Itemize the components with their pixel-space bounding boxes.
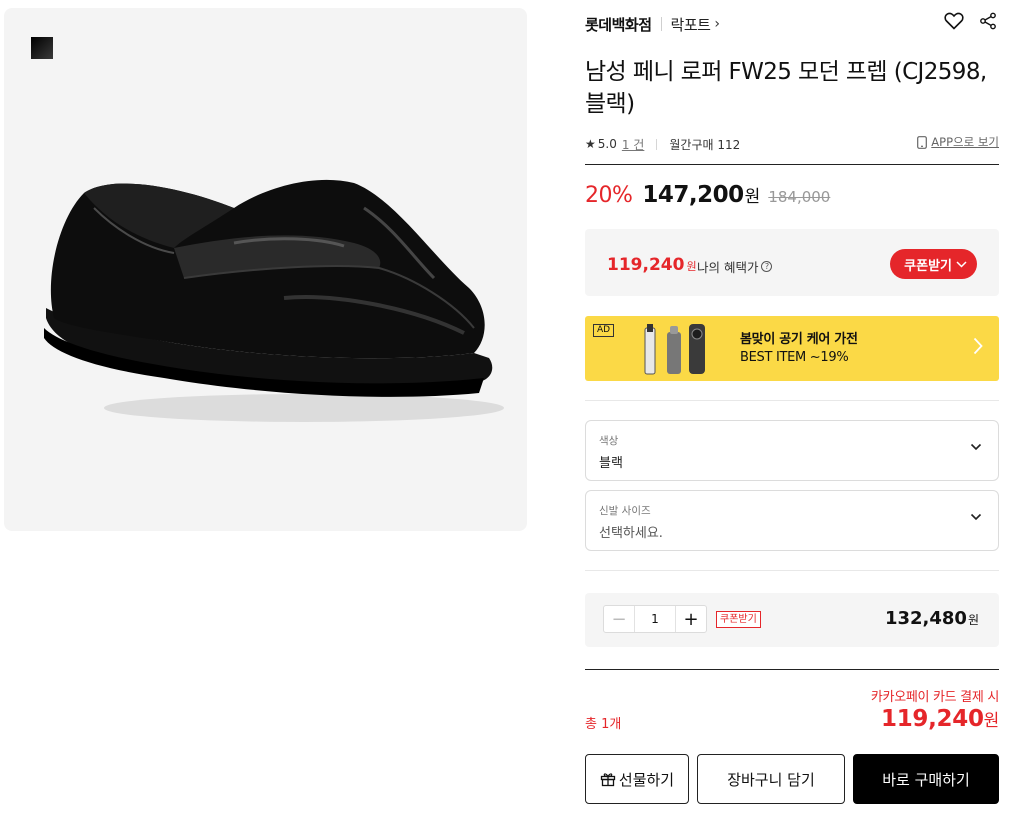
size-select-placeholder: 선택하세요. xyxy=(599,526,663,541)
chevron-right-icon xyxy=(973,336,983,360)
gift-button-label: 선물하기 xyxy=(618,770,675,789)
divider-dark xyxy=(585,669,999,670)
size-select-label: 신발 사이즈 xyxy=(599,505,651,517)
price-unit: 원 xyxy=(744,187,761,207)
review-count-link[interactable]: 1 건 xyxy=(622,136,645,153)
phone-icon xyxy=(917,135,928,149)
brand-row: 롯데백화점 락포트 › xyxy=(585,10,999,38)
option-price-value: 132,480 xyxy=(884,608,967,629)
star-icon: ★ xyxy=(585,137,596,151)
coupon-button-label: 쿠폰받기 xyxy=(904,258,952,274)
brand-divider xyxy=(660,17,662,31)
top-action-icons xyxy=(943,10,999,32)
chevron-down-icon xyxy=(956,260,967,268)
chevron-down-icon xyxy=(970,443,982,451)
decrease-button[interactable]: − xyxy=(604,606,634,632)
rating-row: ★ 5.0 1 건 월간구매 112 APP으로 보기 xyxy=(585,134,999,154)
color-select-value: 블랙 xyxy=(599,456,623,471)
coupon-download-button[interactable]: 쿠폰받기 xyxy=(890,249,977,279)
total-price-value: 119,240 xyxy=(880,706,984,732)
benefit-price-value: 119,240 xyxy=(607,255,685,275)
add-to-cart-button[interactable]: 장바구니 담기 xyxy=(697,754,845,804)
purchase-buttons: 선물하기 장바구니 담기 바로 구매하기 xyxy=(585,754,999,804)
increase-button[interactable]: + xyxy=(676,606,706,632)
divider-dark xyxy=(585,164,999,165)
sale-price: 147,200 xyxy=(642,182,744,208)
benefit-label: 나의 혜택가 ? xyxy=(697,257,773,276)
divider-light xyxy=(585,400,999,401)
ad-headline: 봄맞이 공기 케어 가전 xyxy=(740,332,858,347)
ad-copy: 봄맞이 공기 케어 가전 BEST ITEM ~19% xyxy=(740,331,858,367)
benefit-price-box: 119,240 원 나의 혜택가 ? 쿠폰받기 xyxy=(585,229,999,296)
brand-name[interactable]: 롯데백화점 xyxy=(585,14,652,35)
quantity-row: − 1 + 쿠폰받기 132,480원 xyxy=(585,593,999,647)
buy-now-button[interactable]: 바로 구매하기 xyxy=(853,754,999,804)
option-price: 132,480원 xyxy=(885,608,979,629)
app-view-link[interactable]: APP으로 보기 xyxy=(917,134,999,150)
price-row: 20% 147,200 원 184,000 xyxy=(585,182,830,208)
total-price: 119,240원 xyxy=(881,706,999,732)
coupon-small-button[interactable]: 쿠폰받기 xyxy=(716,611,761,628)
monthly-purchase: 월간구매 112 xyxy=(669,137,741,152)
total-count: 총 1개 xyxy=(585,717,622,732)
product-image-gallery[interactable] xyxy=(4,8,527,531)
share-icon[interactable] xyxy=(977,10,999,32)
chevron-down-icon xyxy=(970,513,982,521)
total-price-unit: 원 xyxy=(983,711,1000,731)
product-title: 남성 페니 로퍼 FW25 모던 프렙 (CJ2598, 블랙) xyxy=(585,59,987,117)
benefit-price: 119,240 원 xyxy=(607,255,697,275)
rating-value: 5.0 xyxy=(597,137,617,151)
quantity-stepper: − 1 + xyxy=(603,605,707,633)
color-select[interactable]: 색상 블랙 xyxy=(585,420,999,481)
app-view-label: APP으로 보기 xyxy=(931,135,999,149)
ad-subline: BEST ITEM ~19% xyxy=(740,350,849,365)
heart-icon[interactable] xyxy=(943,10,965,32)
discount-rate: 20% xyxy=(585,183,633,208)
help-icon[interactable]: ? xyxy=(761,261,773,272)
payment-note: 카카오페이 카드 결제 시 xyxy=(870,690,999,705)
gift-button[interactable]: 선물하기 xyxy=(585,754,689,804)
sub-brand-link[interactable]: 락포트 xyxy=(671,14,711,35)
size-select[interactable]: 신발 사이즈 선택하세요. xyxy=(585,490,999,551)
thumbnail-swatch[interactable] xyxy=(31,37,53,59)
original-price: 184,000 xyxy=(768,188,831,206)
color-select-label: 색상 xyxy=(599,435,619,447)
air-purifier-product-image xyxy=(644,324,705,375)
benefit-price-unit: 원 xyxy=(686,260,697,273)
ad-banner[interactable]: AD 봄맞이 공기 케어 가전 BEST ITEM ~19% xyxy=(585,316,999,381)
chevron-right-icon: › xyxy=(714,16,721,32)
quantity-value[interactable]: 1 xyxy=(634,606,676,632)
gift-icon xyxy=(600,773,616,787)
meta-divider xyxy=(656,138,658,150)
ad-tag: AD xyxy=(593,324,615,337)
option-price-unit: 원 xyxy=(967,613,979,627)
divider-light xyxy=(585,570,999,571)
product-image-loafer xyxy=(44,179,504,422)
benefit-label-text: 나의 혜택가 xyxy=(697,260,759,275)
